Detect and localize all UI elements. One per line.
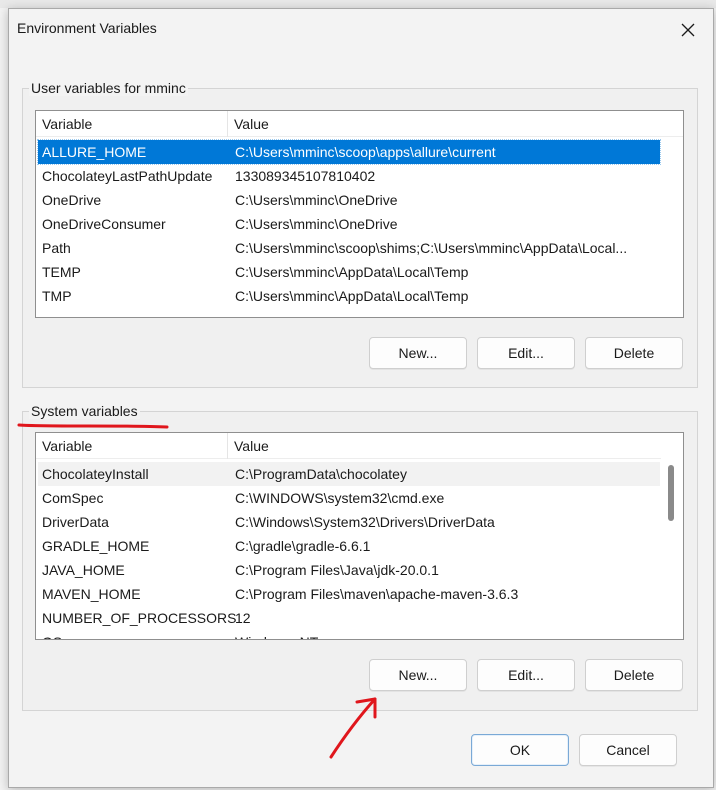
title-bar: Environment Variables: [9, 9, 713, 51]
variable-value: C:\Users\mminc\OneDrive: [235, 192, 398, 208]
table-row[interactable]: OneDriveConsumer C:\Users\mminc\OneDrive: [38, 212, 660, 236]
user-delete-button[interactable]: Delete: [585, 337, 683, 369]
table-row[interactable]: OS Windows_NT: [38, 630, 660, 639]
scrollbar-thumb[interactable]: [668, 465, 674, 521]
variable-value: C:\Users\mminc\AppData\Local\Temp: [235, 264, 469, 280]
close-button[interactable]: [673, 15, 703, 45]
background-title-strip: [0, 0, 716, 8]
table-row[interactable]: TEMP C:\Users\mminc\AppData\Local\Temp: [38, 260, 660, 284]
variable-name: Path: [42, 240, 71, 256]
system-edit-button[interactable]: Edit...: [477, 659, 575, 691]
variable-name: NUMBER_OF_PROCESSORS: [42, 610, 237, 626]
column-header-variable[interactable]: Variable: [36, 111, 228, 137]
table-row[interactable]: GRADLE_HOME C:\gradle\gradle-6.6.1: [38, 534, 660, 558]
system-list-header: Variable Value: [36, 433, 683, 459]
variable-value: C:\ProgramData\chocolatey: [235, 466, 407, 482]
system-variables-label: System variables: [29, 403, 140, 419]
user-list-header: Variable Value: [36, 111, 683, 137]
variable-value: 12: [235, 610, 251, 626]
variable-value: Windows_NT: [235, 630, 318, 639]
variable-value: C:\Users\mminc\OneDrive: [235, 216, 398, 232]
environment-variables-dialog: Environment Variables User variables for…: [8, 8, 714, 788]
table-row[interactable]: ComSpec C:\WINDOWS\system32\cmd.exe: [38, 486, 660, 510]
variable-name: ALLURE_HOME: [42, 144, 147, 160]
system-delete-button[interactable]: Delete: [585, 659, 683, 691]
system-list-scrollbar[interactable]: [661, 433, 683, 639]
cancel-button[interactable]: Cancel: [579, 734, 677, 766]
variable-value: C:\WINDOWS\system32\cmd.exe: [235, 490, 445, 506]
ok-button[interactable]: OK: [471, 734, 569, 766]
system-variables-list[interactable]: Variable Value ChocolateyInstall C:\Prog…: [35, 432, 684, 640]
close-icon: [681, 23, 695, 37]
table-row[interactable]: ChocolateyLastPathUpdate 133089345107810…: [38, 164, 660, 188]
dialog-title: Environment Variables: [17, 20, 157, 36]
table-row[interactable]: OneDrive C:\Users\mminc\OneDrive: [38, 188, 660, 212]
variable-value: C:\Users\mminc\AppData\Local\Temp: [235, 288, 469, 304]
user-edit-button[interactable]: Edit...: [477, 337, 575, 369]
table-row[interactable]: DriverData C:\Windows\System32\Drivers\D…: [38, 510, 660, 534]
variable-name: ComSpec: [42, 490, 104, 506]
column-header-value[interactable]: Value: [228, 433, 528, 459]
variable-name: MAVEN_HOME: [42, 586, 141, 602]
variable-value: C:\gradle\gradle-6.6.1: [235, 538, 371, 554]
user-variables-list[interactable]: Variable Value ALLURE_HOME C:\Users\mmin…: [35, 110, 684, 318]
variable-name: ChocolateyLastPathUpdate: [42, 168, 213, 184]
variable-name: OneDriveConsumer: [42, 216, 166, 232]
variable-name: TEMP: [42, 264, 81, 280]
variable-value: C:\Program Files\maven\apache-maven-3.6.…: [235, 586, 519, 602]
table-row[interactable]: JAVA_HOME C:\Program Files\Java\jdk-20.0…: [38, 558, 660, 582]
variable-value: C:\Users\mminc\scoop\shims;C:\Users\mmin…: [235, 240, 628, 256]
variable-value: C:\Program Files\Java\jdk-20.0.1: [235, 562, 439, 578]
system-new-button[interactable]: New...: [369, 659, 467, 691]
table-row[interactable]: ChocolateyInstall C:\ProgramData\chocola…: [38, 462, 660, 486]
variable-name: DriverData: [42, 514, 109, 530]
variable-name: GRADLE_HOME: [42, 538, 150, 554]
table-row[interactable]: TMP C:\Users\mminc\AppData\Local\Temp: [38, 284, 660, 308]
variable-name: OS: [42, 630, 62, 639]
variable-value: C:\Windows\System32\Drivers\DriverData: [235, 514, 495, 530]
table-row[interactable]: Path C:\Users\mminc\scoop\shims;C:\Users…: [38, 236, 660, 260]
table-row[interactable]: ALLURE_HOME C:\Users\mminc\scoop\apps\al…: [37, 139, 661, 165]
variable-name: ChocolateyInstall: [42, 466, 149, 482]
table-row[interactable]: MAVEN_HOME C:\Program Files\maven\apache…: [38, 582, 660, 606]
column-header-variable[interactable]: Variable: [36, 433, 228, 459]
variable-name: JAVA_HOME: [42, 562, 125, 578]
table-row[interactable]: NUMBER_OF_PROCESSORS 12: [38, 606, 660, 630]
user-variables-label: User variables for mminc: [29, 80, 188, 96]
column-header-value[interactable]: Value: [228, 111, 528, 137]
user-new-button[interactable]: New...: [369, 337, 467, 369]
variable-name: TMP: [42, 288, 72, 304]
variable-value: C:\Users\mminc\scoop\apps\allure\current: [235, 144, 496, 160]
variable-value: 133089345107810402: [235, 168, 376, 184]
variable-name: OneDrive: [42, 192, 102, 208]
